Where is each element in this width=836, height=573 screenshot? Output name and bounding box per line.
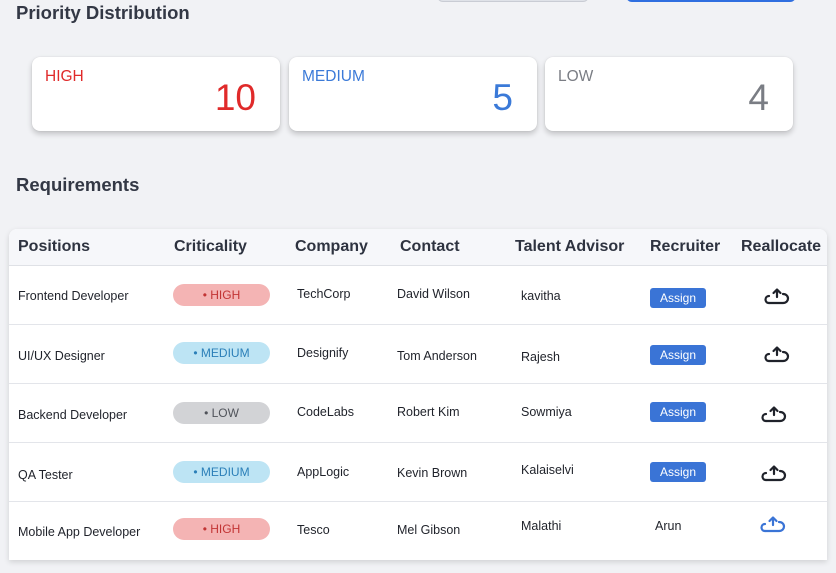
column-header-criticality[interactable]: Criticality — [174, 238, 247, 256]
position-cell: Frontend Developer — [18, 289, 129, 303]
criticality-badge: • HIGH — [173, 284, 270, 306]
priority-card-medium: MEDIUM 5 — [289, 57, 537, 131]
table-row: Mobile App Developer • HIGH Tesco Mel Gi… — [9, 502, 827, 560]
contact-cell: Mel Gibson — [397, 523, 461, 537]
criticality-badge: • HIGH — [173, 518, 270, 540]
table-header: Positions Criticality Company Contact Ta… — [9, 229, 827, 266]
talent-advisor-cell: Malathi — [521, 519, 562, 533]
top-primary-button[interactable] — [626, 0, 796, 2]
contact-cell: Kevin Brown — [397, 466, 468, 480]
talent-advisor-cell: Kalaiselvi — [521, 463, 574, 477]
table-row: Frontend Developer • HIGH TechCorp David… — [9, 266, 827, 325]
priority-card-label: HIGH — [45, 68, 84, 85]
priority-card-count: 5 — [492, 77, 513, 118]
talent-advisor-cell: kavitha — [521, 289, 561, 303]
company-cell: Tesco — [297, 523, 330, 537]
table-row: UI/UX Designer • MEDIUM Designify Tom An… — [9, 325, 827, 384]
assign-recruiter-button[interactable]: Assign — [650, 288, 706, 308]
reallocate-icon[interactable] — [761, 464, 787, 484]
column-header-positions[interactable]: Positions — [18, 238, 90, 256]
requirements-title: Requirements — [16, 174, 140, 195]
company-cell: AppLogic — [297, 465, 350, 479]
table-row: QA Tester • MEDIUM AppLogic Kevin Brown … — [9, 443, 827, 502]
assign-recruiter-button[interactable]: Assign — [650, 462, 706, 482]
priority-card-count: 10 — [214, 77, 256, 118]
position-cell: UI/UX Designer — [18, 349, 105, 363]
column-header-company[interactable]: Company — [295, 238, 368, 256]
recruiter-name: Arun — [655, 519, 682, 533]
column-header-recruiter[interactable]: Recruiter — [650, 238, 720, 256]
column-header-contact[interactable]: Contact — [400, 238, 460, 256]
priority-card-high: HIGH 10 — [32, 57, 280, 131]
reallocate-icon[interactable] — [764, 287, 790, 307]
company-cell: Designify — [297, 346, 349, 360]
assign-recruiter-button[interactable]: Assign — [650, 345, 706, 365]
position-cell: Backend Developer — [18, 408, 128, 422]
requirements-table: Positions Criticality Company Contact Ta… — [9, 229, 827, 560]
priority-card-label: MEDIUM — [302, 68, 365, 85]
criticality-badge: • MEDIUM — [173, 342, 270, 364]
criticality-badge: • LOW — [173, 402, 270, 424]
priority-card-low: LOW 4 — [545, 57, 793, 131]
reallocate-icon[interactable] — [761, 405, 787, 425]
position-cell: Mobile App Developer — [18, 525, 141, 539]
reallocate-icon[interactable] — [760, 515, 786, 535]
priority-distribution-title: Priority Distribution — [16, 2, 190, 23]
talent-advisor-cell: Sowmiya — [521, 405, 572, 419]
priority-card-label: LOW — [558, 68, 594, 85]
column-header-reallocate[interactable]: Reallocate — [741, 238, 821, 256]
column-header-talent-advisor[interactable]: Talent Advisor — [515, 238, 624, 256]
criticality-badge: • MEDIUM — [173, 461, 270, 483]
contact-cell: Robert Kim — [397, 405, 460, 419]
priority-card-count: 4 — [748, 77, 769, 118]
contact-cell: Tom Anderson — [397, 349, 477, 363]
company-cell: TechCorp — [297, 287, 351, 301]
contact-cell: David Wilson — [397, 287, 470, 301]
assign-recruiter-button[interactable]: Assign — [650, 402, 706, 422]
top-secondary-button[interactable] — [437, 0, 589, 2]
talent-advisor-cell: Rajesh — [521, 350, 560, 364]
position-cell: QA Tester — [18, 468, 73, 482]
table-row: Backend Developer • LOW CodeLabs Robert … — [9, 384, 827, 443]
company-cell: CodeLabs — [297, 405, 354, 419]
reallocate-icon[interactable] — [764, 345, 790, 365]
